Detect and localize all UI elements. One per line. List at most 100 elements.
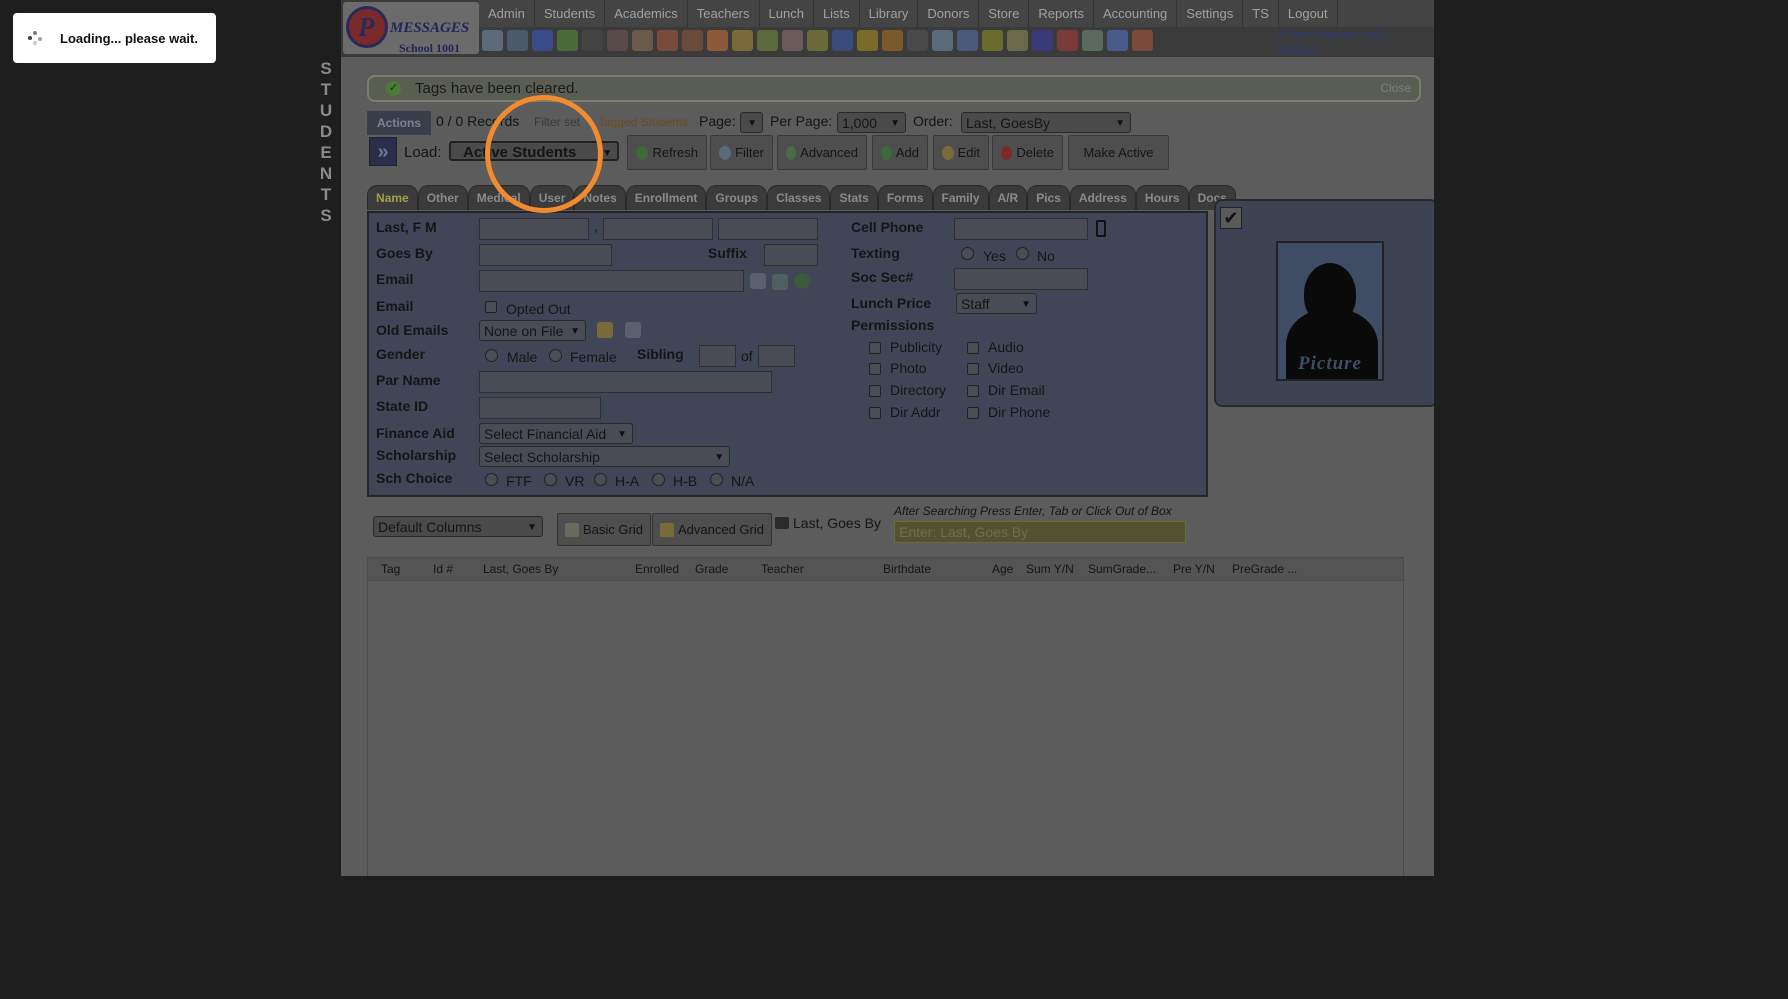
filter-button[interactable]: Filter [710,135,773,170]
nav-logout[interactable]: Logout [1279,0,1338,27]
nav-lists[interactable]: Lists [814,0,860,27]
permission-video-checkbox[interactable] [967,363,979,375]
sch-choice-vr-radio[interactable] [544,473,557,486]
logo[interactable]: P MESSAGES School 1001 [343,2,479,55]
money-icon[interactable] [1082,30,1103,51]
register-icon[interactable] [1007,30,1028,51]
column-header-sumgrade[interactable]: SumGrade... [1088,562,1156,576]
tab-groups[interactable]: Groups [706,185,768,210]
mobile-icon[interactable] [582,30,603,51]
column-header-tag[interactable]: Tag [381,562,400,576]
gender-female-radio[interactable] [549,349,562,362]
permission-photo-checkbox[interactable] [869,363,881,375]
delete-button[interactable]: Delete [992,135,1063,170]
book-icon[interactable] [832,30,853,51]
lunch-price-select[interactable]: Staff ▼ [956,293,1037,314]
email-history-icon[interactable] [625,322,641,338]
help-icon[interactable] [1107,30,1128,51]
last-name-input[interactable] [479,218,589,240]
add-button[interactable]: Add [872,135,928,170]
order-select[interactable]: Last, GoesBy ▼ [961,112,1131,133]
advanced-button[interactable]: Advanced [777,135,867,170]
nav-academics[interactable]: Academics [605,0,688,27]
sibling-number-input[interactable] [699,345,736,367]
tab-family[interactable]: Family [932,185,989,210]
old-emails-select[interactable]: None on File ▼ [479,320,586,341]
column-header-id[interactable]: Id # [433,562,453,576]
people-icon[interactable] [782,30,803,51]
permission-dir-phone-checkbox[interactable] [967,407,979,419]
column-header-sum-y-n[interactable]: Sum Y/N [1026,562,1074,576]
table-icon[interactable] [957,30,978,51]
email-input[interactable] [479,270,744,292]
column-header-age[interactable]: Age [992,562,1013,576]
sch-choice-n-a-radio[interactable] [710,473,723,486]
column-header-teacher[interactable]: Teacher [761,562,804,576]
column-header-pre-y-n[interactable]: Pre Y/N [1173,562,1215,576]
nav-students[interactable]: Students [535,0,606,27]
user-tie-icon[interactable] [907,30,928,51]
sch-choice-ftf-radio[interactable] [485,473,498,486]
person-yellow-icon[interactable] [732,30,753,51]
chat-icon[interactable] [794,273,810,289]
address-book-icon[interactable] [750,273,766,289]
nav-accounting[interactable]: Accounting [1094,0,1178,27]
soc-sec-input[interactable] [954,268,1088,290]
refresh-button[interactable]: Refresh [627,135,707,170]
tab-enrollment[interactable]: Enrollment [625,185,707,210]
card-icon[interactable] [807,30,828,51]
permission-publicity-checkbox[interactable] [869,342,881,354]
mobile-phone-icon[interactable] [1096,220,1106,237]
person-orange-icon[interactable] [707,30,728,51]
column-header-grade[interactable]: Grade [695,562,728,576]
page-select[interactable]: ▼ [740,112,763,133]
send-email-icon[interactable] [772,274,788,290]
permission-audio-checkbox[interactable] [967,342,979,354]
power-icon[interactable] [1132,30,1153,51]
pdf-icon[interactable] [1057,30,1078,51]
ap-icon[interactable] [1032,30,1053,51]
middle-name-input[interactable] [718,218,818,240]
tab-address[interactable]: Address [1069,185,1136,210]
scholarship-select[interactable]: Select Scholarship ▼ [479,446,730,467]
speaker-icon[interactable] [607,30,628,51]
permission-dir-email-checkbox[interactable] [967,385,979,397]
broom-icon[interactable] [857,30,878,51]
search-input[interactable]: Enter: Last, Goes By [894,521,1186,543]
par-name-input[interactable] [479,371,772,393]
gift-icon[interactable] [882,30,903,51]
texting-no-radio[interactable] [1016,247,1029,260]
actions-button[interactable]: Actions [367,111,431,135]
message-close-link[interactable]: Close [1380,81,1411,95]
tab-a-r[interactable]: A/R [988,185,1028,210]
cell-phone-input[interactable] [954,218,1088,240]
nav-lunch[interactable]: Lunch [760,0,814,27]
ticket-icon[interactable] [982,30,1003,51]
clock-icon[interactable] [932,30,953,51]
grid-icon[interactable] [632,30,653,51]
finance-aid-select[interactable]: Select Financial Aid ▼ [479,423,633,444]
student-photo[interactable]: Picture [1276,241,1384,381]
clock-in-link[interactable]: Clock In [1278,42,1384,56]
columns-select[interactable]: Default Columns ▼ [373,516,543,537]
nav-reports[interactable]: Reports [1029,0,1094,27]
column-header-pregrade[interactable]: PreGrade ... [1232,562,1297,576]
sch-choice-h-a-radio[interactable] [594,473,607,486]
nav-donors[interactable]: Donors [918,0,980,27]
permission-directory-checkbox[interactable] [869,385,881,397]
tab-pics[interactable]: Pics [1027,185,1070,210]
permission-dir-addr-checkbox[interactable] [869,407,881,419]
suffix-input[interactable] [764,244,818,266]
tab-name[interactable]: Name [367,185,418,210]
nav-settings[interactable]: Settings [1177,0,1244,27]
gender-male-radio[interactable] [485,349,498,362]
calculator-icon[interactable] [507,30,528,51]
advanced-grid-button[interactable]: Advanced Grid [652,513,772,546]
goes-by-input[interactable] [479,244,612,266]
state-id-input[interactable] [479,397,601,419]
edit-email-icon[interactable] [597,322,613,338]
sibling-total-input[interactable] [758,345,795,367]
first-name-input[interactable] [603,218,713,240]
tab-hours[interactable]: Hours [1135,185,1189,210]
column-header-enrolled[interactable]: Enrolled [635,562,679,576]
